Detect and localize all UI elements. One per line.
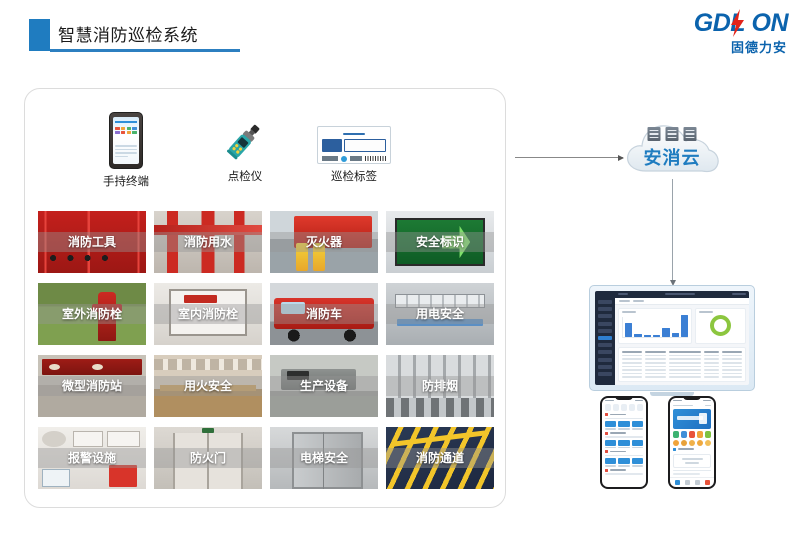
mobile-app-inspection-list <box>600 396 648 489</box>
dashboard-sidebar[interactable] <box>595 291 615 385</box>
donut-chart <box>710 315 732 337</box>
grid-item-label: 防火门 <box>189 451 226 465</box>
grid-item-label: 生产设备 <box>299 379 348 393</box>
grid-item-label: 消防用水 <box>183 235 232 249</box>
grid-item-label: 电梯安全 <box>299 451 348 465</box>
table-row[interactable] <box>622 369 742 371</box>
quick-action-icons[interactable] <box>670 430 714 438</box>
grid-item-production-equipment[interactable]: 生产设备 <box>270 355 378 417</box>
grid-item-label: 用电安全 <box>415 307 464 321</box>
phone-notch <box>683 396 701 400</box>
slide-root: 智慧消防巡检系统 GDLION 固德力安 手持终端 <box>0 0 800 533</box>
table-row[interactable] <box>622 354 742 357</box>
list-section <box>605 468 643 477</box>
dashboard-data-table <box>618 346 746 382</box>
bottom-tab-bar[interactable] <box>670 477 714 487</box>
grid-item-elevator-safety[interactable]: 电梯安全 <box>270 427 378 489</box>
grid-item-label: 安全标识 <box>415 235 464 249</box>
grid-item-label: 室内消防栓 <box>177 307 238 321</box>
table-row[interactable] <box>622 358 742 361</box>
bar-chart <box>625 314 689 337</box>
grid-item-indoor-hydrant[interactable]: 室内消防栓 <box>154 283 262 345</box>
list-section <box>605 450 643 467</box>
page-title: 智慧消防巡检系统 <box>58 26 198 45</box>
donut-chart-card <box>695 307 746 344</box>
inspection-pen-icon <box>215 118 275 164</box>
connector-cloud-to-monitor <box>669 179 676 286</box>
grid-item-label: 用火安全 <box>183 379 232 393</box>
patrol-tag-icon <box>317 126 391 164</box>
grid-item-fire-lane[interactable]: 消防通道 <box>386 427 494 489</box>
table-row[interactable] <box>622 372 742 375</box>
grid-item-fire-door[interactable]: 防火门 <box>154 427 262 489</box>
lightning-bolt-icon <box>731 9 744 37</box>
handheld-terminal-icon <box>109 112 143 169</box>
phone-notch <box>615 396 633 400</box>
dashboard-tabs[interactable] <box>615 297 749 305</box>
filter-chips[interactable] <box>602 404 646 411</box>
header-underline <box>50 49 240 52</box>
logo-text-right: ON <box>751 9 789 37</box>
grid-item-label: 消防通道 <box>415 451 464 465</box>
cloud-platform: 安消云 <box>622 117 722 179</box>
device-label: 手持终端 <box>103 176 149 188</box>
grid-item-label: 报警设施 <box>67 451 116 465</box>
phone-search-bar[interactable] <box>670 403 714 408</box>
grid-item-extinguisher[interactable]: 灭火器 <box>270 211 378 273</box>
grid-item-fire-truck[interactable]: 消防车 <box>270 283 378 345</box>
grid-item-label: 灭火器 <box>305 235 342 249</box>
device-patrol-tag: 巡检标签 <box>312 126 396 184</box>
table-row[interactable] <box>622 362 742 364</box>
server-racks-icon <box>647 127 697 141</box>
list-section <box>605 413 643 430</box>
cloud-label: 安消云 <box>643 148 701 168</box>
device-label: 点检仪 <box>227 171 263 183</box>
grid-item-label: 室外消防栓 <box>61 307 122 321</box>
grid-item-smoke-control[interactable]: 防排烟 <box>386 355 494 417</box>
grid-item-electrical-safety[interactable]: 用电安全 <box>386 283 494 345</box>
table-header-row <box>622 350 742 353</box>
grid-item-label: 消防工具 <box>67 235 116 249</box>
grid-item-outdoor-hydrant[interactable]: 室外消防栓 <box>38 283 146 345</box>
bar-chart-card <box>618 307 693 344</box>
device-inspection-pen: 点检仪 <box>215 118 275 184</box>
grid-item-safety-sign[interactable]: 安全标识 <box>386 211 494 273</box>
dashboard-titlebar <box>615 291 749 298</box>
table-row[interactable] <box>622 365 742 368</box>
grid-item-label: 消防车 <box>305 307 342 321</box>
inspection-category-grid: 消防工具 消防用水 灭火器 安全标识 室外消防栓 室内消防栓 消防车 用电安全 … <box>38 211 494 489</box>
device-handheld-terminal: 手持终端 <box>96 112 156 189</box>
connector-panel-to-cloud <box>515 154 624 161</box>
list-rows <box>670 469 714 478</box>
mobile-app-home-dashboard <box>668 396 716 489</box>
header-accent-square <box>29 19 50 51</box>
grid-item-label: 防排烟 <box>421 379 458 393</box>
grid-item-fire-water[interactable]: 消防用水 <box>154 211 262 273</box>
grid-item-mini-fire-station[interactable]: 微型消防站 <box>38 355 146 417</box>
device-label: 巡检标签 <box>331 171 377 183</box>
summary-card <box>673 454 711 468</box>
management-dashboard-monitor <box>589 285 755 396</box>
table-row[interactable] <box>622 376 742 378</box>
notice-section <box>673 447 711 453</box>
grid-item-fire-use-safety[interactable]: 用火安全 <box>154 355 262 417</box>
grid-item-fire-tools[interactable]: 消防工具 <box>38 211 146 273</box>
secondary-action-icons[interactable] <box>670 439 714 446</box>
brand-logo: GDLION 固德力安 <box>666 9 789 55</box>
grid-item-label: 微型消防站 <box>61 379 122 393</box>
list-section <box>605 431 643 448</box>
logo-subtitle: 固德力安 <box>730 40 787 55</box>
hero-banner <box>673 408 711 429</box>
grid-item-alarm-facility[interactable]: 报警设施 <box>38 427 146 489</box>
